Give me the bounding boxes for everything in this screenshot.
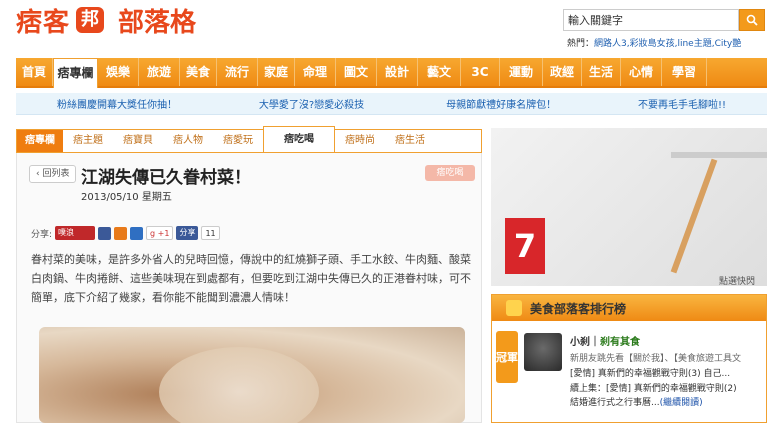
logo-main: 痞客 — [16, 7, 71, 38]
nav-item-4[interactable]: 美食 — [180, 58, 217, 86]
plus-one-label: +1 — [157, 229, 170, 238]
champion-badge: 冠軍 — [496, 331, 518, 383]
nav-item-14[interactable]: 生活 — [582, 58, 621, 86]
subnav-item-6[interactable]: 痞生活 — [385, 130, 435, 152]
promo-link-2[interactable]: 母親節獻禮好康名牌包！ — [446, 96, 556, 111]
back-to-list-button[interactable]: ‹ 回列表 — [29, 165, 77, 183]
category-tag[interactable]: 痞吃喝 — [425, 165, 475, 181]
logo-sub: 部落格 — [118, 7, 197, 38]
subnav-item-0[interactable]: 痞主題 — [63, 130, 113, 152]
logo-bubble: 邦 — [76, 7, 105, 33]
author-blog: 刹有其食 — [600, 337, 640, 348]
nav-item-3[interactable]: 旅遊 — [139, 58, 180, 86]
author-prefix: 小刹｜ — [570, 337, 600, 348]
ad-lamp — [670, 158, 718, 274]
facebook-icon[interactable] — [98, 226, 112, 240]
nav-item-15[interactable]: 心情 — [621, 58, 662, 86]
nav-item-7[interactable]: 命理 — [295, 58, 336, 86]
hot-keywords: 熱門：網路人3,彩妝島女孩,line主題,City艷 — [567, 36, 741, 49]
post-link[interactable]: [愛情] 真新們的幸福觀戰守則(3) 自己... — [570, 366, 730, 379]
subnav-current[interactable]: 痞專欄 — [17, 130, 63, 152]
main-nav: 首頁 痞專欄 娛樂 旅遊 美食 流行 家庭 命理 圖文 設計 藝文 3C 運動 政經 生活 心情 學習 — [16, 58, 767, 88]
search-button[interactable] — [739, 9, 765, 31]
ranking-title: 美食部落客排行榜 — [530, 301, 627, 316]
share-bar: 分享: 噗浪 g +1 分享 11 — [31, 226, 220, 240]
promo-link-3[interactable]: 不要再毛手毛腳啦!! — [638, 96, 726, 111]
post-excerpt-2-text: 結婚進行式之行事曆... — [570, 398, 660, 408]
dumpling-photo — [39, 327, 465, 423]
plurk-share-button[interactable]: 噗浪 — [55, 226, 96, 240]
article: ‹ 回列表 江湖失傳已久眷村菜！ 痞吃喝 2013/05/10 星期五 分享: … — [16, 153, 482, 423]
nav-item-1[interactable]: 痞專欄 — [53, 58, 98, 88]
promo-link-1[interactable]: 大學愛了沒?戀愛必殺技 — [259, 96, 364, 111]
site-logo[interactable]: 痞客 邦 部落格 — [16, 2, 196, 38]
read-more-link[interactable]: (繼續閱讀) — [660, 398, 703, 408]
search-input[interactable] — [563, 9, 739, 31]
nav-item-2[interactable]: 娛樂 — [98, 58, 139, 86]
ad-caption: 點選快閃 — [719, 277, 756, 286]
nav-item-11[interactable]: 3C — [461, 58, 500, 86]
ad-shelf — [671, 152, 767, 158]
nav-item-16[interactable]: 學習 — [662, 58, 707, 86]
hot-label: 熱門： — [567, 39, 595, 49]
author-intro: 新朋友跳先看【關於我】、【美食旅遊工具文 — [570, 354, 742, 364]
subnav-item-4[interactable]: 痞吃喝 — [263, 126, 335, 152]
twitter-icon[interactable] — [130, 226, 144, 240]
post-excerpt: 續上集：[愛情] 真新們的幸福觀戰守則(2) — [570, 384, 737, 394]
search-bar — [563, 9, 765, 31]
subnav-item-5[interactable]: 痞時尚 — [335, 130, 385, 152]
column-subnav: 痞專欄 痞主題 痞寶貝 痞人物 痞愛玩 痞吃喝 痞時尚 痞生活 — [16, 126, 482, 153]
google-plus-button[interactable]: g +1 — [146, 226, 174, 240]
nav-item-0[interactable]: 首頁 — [16, 58, 53, 86]
promo-link-0[interactable]: 粉絲團慶開幕大獎任你抽！ — [57, 96, 177, 111]
nav-item-6[interactable]: 家庭 — [258, 58, 295, 86]
promo-strip: 粉絲團慶開幕大獎任你抽！ 大學愛了沒?戀愛必殺技 母親節獻禮好康名牌包！ 不要再毛手毛… — [16, 93, 767, 115]
nav-item-10[interactable]: 藝文 — [418, 58, 461, 86]
seven-logo: 7 — [505, 218, 545, 274]
article-title: 江湖失傳已久眷村菜！ — [81, 168, 251, 188]
facebook-share-button[interactable]: 分享 — [176, 226, 199, 240]
subnav-item-3[interactable]: 痞愛玩 — [213, 130, 263, 152]
avatar[interactable] — [524, 333, 562, 371]
nav-item-12[interactable]: 運動 — [500, 58, 543, 86]
author-name[interactable]: 小刹｜刹有其食 — [570, 333, 640, 348]
share-count: 11 — [201, 226, 220, 240]
back-label: 回列表 — [42, 169, 70, 179]
plurk-icon[interactable] — [114, 226, 128, 240]
hot-keyword-links[interactable]: 網路人3,彩妝島女孩,line主題,City艷 — [594, 39, 741, 49]
nav-item-9[interactable]: 設計 — [377, 58, 418, 86]
subnav-item-2[interactable]: 痞人物 — [163, 130, 213, 152]
post-excerpt-2: 結婚進行式之行事曆...(繼續閱讀) — [570, 395, 703, 408]
nav-item-13[interactable]: 政經 — [543, 58, 582, 86]
nav-item-8[interactable]: 圖文 — [336, 58, 377, 86]
ranking-header: 美食部落客排行榜 — [492, 295, 766, 321]
ad-banner[interactable]: 7 點選快閃 — [491, 128, 767, 286]
page: 痞客 邦 部落格 熱門：網路人3,彩妝島女孩,line主題,City艷 首頁痞專… — [0, 0, 779, 423]
facebook-share-label: 分享 — [179, 228, 196, 237]
blogger-ranking: 美食部落客排行榜 冠軍 小刹｜刹有其食 新朋友跳先看【關於我】、【美食旅遊工具文… — [491, 294, 767, 423]
article-body: 眷村菜的美味，是許多外省人的兒時回憶，傳說中的紅燒獅子頭、手工水餃、牛肉麵、酸菜… — [31, 253, 471, 304]
trophy-icon — [506, 300, 522, 316]
article-date: 2013/05/10 星期五 — [81, 192, 172, 203]
share-label: 分享: — [31, 229, 53, 240]
plurk-share-label: 噗浪 — [58, 228, 75, 237]
search-icon — [746, 14, 758, 26]
nav-item-5[interactable]: 流行 — [217, 58, 258, 86]
subnav-item-1[interactable]: 痞寶貝 — [113, 130, 163, 152]
